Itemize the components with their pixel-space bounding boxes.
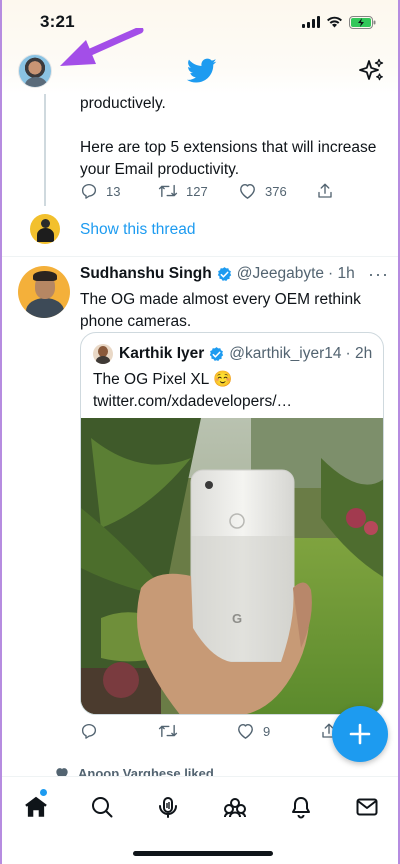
envelope-icon	[356, 798, 378, 816]
bell-icon	[292, 797, 310, 819]
reply-count: 13	[106, 183, 121, 199]
share-button[interactable]	[316, 182, 334, 200]
quoted-author-name: Karthik Iyer	[119, 345, 205, 362]
compose-tweet-button[interactable]	[332, 706, 388, 762]
verified-badge-icon	[216, 266, 233, 283]
heart-icon	[240, 183, 255, 199]
previous-tweet-actions: 13 127 376	[80, 182, 334, 200]
sparkle-icon[interactable]	[359, 58, 385, 84]
like-count: 376	[265, 183, 287, 199]
quoted-author-handle: @karthik_iyer14	[229, 345, 342, 362]
tweet-text[interactable]: The OG made almost every OEM rethink pho…	[80, 289, 380, 333]
verified-badge-icon	[208, 346, 225, 363]
reply-icon	[81, 183, 97, 199]
reply-button[interactable]	[80, 722, 158, 740]
tweet-timestamp: · 1h	[328, 265, 355, 282]
retweet-icon	[158, 184, 178, 198]
quoted-tweet[interactable]: Karthik Iyer @karthik_iyer14 · 2h The OG…	[80, 332, 384, 715]
tab-home[interactable]	[22, 793, 50, 821]
heart-icon	[238, 723, 253, 739]
retweet-button[interactable]: 127	[158, 182, 238, 200]
share-icon	[318, 183, 332, 198]
quoted-tweet-timestamp: · 2h	[345, 345, 373, 362]
thread-connector-line	[44, 94, 46, 206]
battery-charging-icon	[349, 15, 376, 29]
author-name[interactable]: Sudhanshu Singh	[80, 265, 212, 283]
tab-spaces[interactable]	[154, 793, 182, 821]
spaces-icon	[159, 797, 177, 818]
profile-avatar[interactable]	[18, 54, 52, 88]
like-button[interactable]: 9	[236, 722, 320, 740]
quoted-tweet-photo[interactable]: G	[81, 418, 383, 714]
wifi-icon	[327, 16, 342, 28]
home-indicator	[133, 851, 273, 856]
more-options-icon[interactable]: ···	[368, 264, 389, 285]
reply-button[interactable]: 13	[80, 182, 158, 200]
home-icon	[25, 796, 47, 817]
author-handle[interactable]: @Jeegabyte	[237, 265, 324, 283]
communities-icon	[224, 798, 246, 818]
retweet-icon	[158, 724, 178, 738]
like-count: 9	[263, 723, 271, 739]
cellular-signal-icon	[302, 16, 320, 28]
search-icon	[92, 797, 113, 818]
svg-text:G: G	[232, 611, 242, 626]
tweet-divider	[2, 256, 398, 257]
quoted-author-avatar	[93, 344, 113, 364]
like-button[interactable]: 376	[238, 182, 316, 200]
annotation-arrow	[60, 28, 144, 66]
show-thread-row[interactable]: Show this thread	[2, 212, 398, 250]
retweet-button[interactable]	[158, 722, 236, 740]
retweet-count: 127	[186, 183, 208, 199]
previous-tweet-line: productively.	[80, 95, 166, 112]
tweet-author-avatar[interactable]	[18, 266, 70, 318]
thread-author-avatar[interactable]	[30, 214, 60, 244]
previous-tweet-line: Here are top 5 extensions that will incr…	[80, 139, 377, 178]
quoted-tweet-text: The OG Pixel XL ☺️ twitter.com/xdadevelo…	[93, 371, 293, 410]
bottom-tab-bar	[2, 776, 398, 864]
status-icons	[302, 15, 376, 29]
show-thread-link[interactable]: Show this thread	[80, 221, 195, 239]
home-notification-dot	[40, 789, 47, 796]
tab-search[interactable]	[88, 793, 116, 821]
tab-messages[interactable]	[353, 793, 381, 821]
quoted-tweet-header: Karthik Iyer @karthik_iyer14 · 2h	[93, 344, 372, 364]
twitter-bird-icon[interactable]	[187, 58, 217, 84]
previous-tweet-text[interactable]: productively. Here are top 5 extensions …	[80, 93, 380, 181]
tab-communities[interactable]	[221, 793, 249, 821]
plus-icon	[349, 723, 371, 745]
tweet-header: Sudhanshu Singh @Jeegabyte · 1h	[80, 265, 386, 283]
tab-notifications[interactable]	[287, 793, 315, 821]
reply-icon	[81, 723, 97, 739]
app-frame: 3:21 productively. Here are top 5 extens…	[0, 0, 400, 864]
